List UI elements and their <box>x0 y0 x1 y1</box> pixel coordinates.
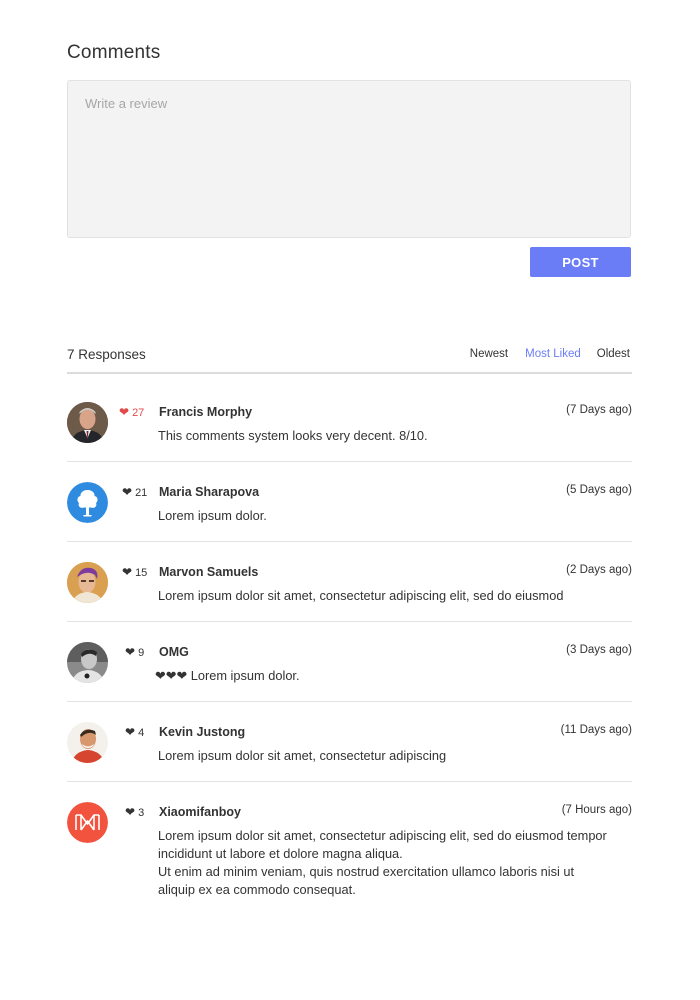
comment-time: (11 Days ago) <box>560 724 632 736</box>
comment-text: Lorem ipsum dolor sit amet, consectetur … <box>158 588 564 603</box>
like-count[interactable]: ❤ 27 <box>119 405 144 419</box>
comment-text: Lorem ipsum dolor. <box>158 508 267 523</box>
avatar[interactable] <box>67 722 108 763</box>
sort-tabs: Newest Most Liked Oldest <box>470 348 630 360</box>
comment-text: This comments system looks very decent. … <box>158 428 428 443</box>
sort-tab-newest[interactable]: Newest <box>470 348 508 360</box>
like-count[interactable]: ❤ 3 <box>125 805 144 819</box>
comment-author[interactable]: Francis Morphy <box>159 405 252 419</box>
avatar[interactable] <box>67 642 108 683</box>
heart-icon: ❤ <box>125 645 136 659</box>
comment-time: (7 Hours ago) <box>561 804 632 816</box>
avatar[interactable] <box>67 562 108 603</box>
like-count[interactable]: ❤ 15 <box>122 565 147 579</box>
comment-time: (2 Days ago) <box>566 564 632 576</box>
like-count[interactable]: ❤ 21 <box>122 485 147 499</box>
avatar-tree-logo <box>67 482 108 523</box>
avatar[interactable] <box>67 402 108 443</box>
comment-paragraph: Ut enim ad minim veniam, quis nostrud ex… <box>158 864 575 897</box>
review-input[interactable] <box>67 80 631 238</box>
comment-item: ❤ 4 Kevin Justong (11 Days ago) Lorem ips… <box>67 722 632 782</box>
comment-item: ❤ 3 Xiaomifanboy (7 Hours ago) Lorem ipsu… <box>67 802 632 902</box>
comment-author[interactable]: Marvon Samuels <box>159 565 258 579</box>
comment-item: ❤ 27 Francis Morphy (7 Days ago) This com… <box>67 402 632 462</box>
comment-paragraph: Lorem ipsum dolor sit amet, consectetur … <box>158 828 607 861</box>
comment-author[interactable]: Maria Sharapova <box>159 485 259 499</box>
comment-time: (5 Days ago) <box>566 484 632 496</box>
comment-item: ❤ 15 Marvon Samuels (2 Days ago) Lorem ip… <box>67 562 632 622</box>
post-button[interactable]: POST <box>530 247 631 277</box>
page-title: Comments <box>67 42 161 63</box>
heart-icon: ❤ <box>122 565 133 579</box>
avatar[interactable] <box>67 802 108 843</box>
comment-time: (3 Days ago) <box>566 644 632 656</box>
comment-author[interactable]: Xiaomifanboy <box>159 805 241 819</box>
comment-author[interactable]: OMG <box>159 645 189 659</box>
avatar-photo-purple-hair <box>67 562 108 603</box>
heart-icon: ❤ <box>125 725 136 739</box>
responses-header: 7 Responses Newest Most Liked Oldest <box>67 346 632 374</box>
comment-author[interactable]: Kevin Justong <box>159 725 245 739</box>
comment-text: ❤❤❤ Lorem ipsum dolor. <box>155 668 300 683</box>
avatar-mi-logo <box>67 802 108 843</box>
like-count[interactable]: ❤ 9 <box>125 645 144 659</box>
like-count[interactable]: ❤ 4 <box>125 725 144 739</box>
responses-count: 7 Responses <box>67 347 146 362</box>
avatar-photo-grayscale <box>67 642 108 683</box>
sort-tab-most-liked[interactable]: Most Liked <box>525 348 581 360</box>
heart-icon: ❤ <box>125 805 136 819</box>
avatar[interactable] <box>67 482 108 523</box>
heart-icon: ❤ <box>122 485 133 499</box>
avatar-photo-man-suit <box>67 402 108 443</box>
avatar-photo-red-shirt <box>67 722 108 763</box>
comment-text: Lorem ipsum dolor sit amet, consectetur … <box>158 827 608 899</box>
comment-text: Lorem ipsum dolor sit amet, consectetur … <box>158 748 447 763</box>
heart-icon: ❤ <box>119 405 130 419</box>
comment-time: (7 Days ago) <box>566 404 632 416</box>
comment-item: ❤ 9 OMG (3 Days ago) ❤❤❤ Lorem ipsum dolo… <box>67 642 632 702</box>
sort-tab-oldest[interactable]: Oldest <box>597 348 630 360</box>
comment-item: ❤ 21 Maria Sharapova (5 Days ago) Lorem i… <box>67 482 632 542</box>
